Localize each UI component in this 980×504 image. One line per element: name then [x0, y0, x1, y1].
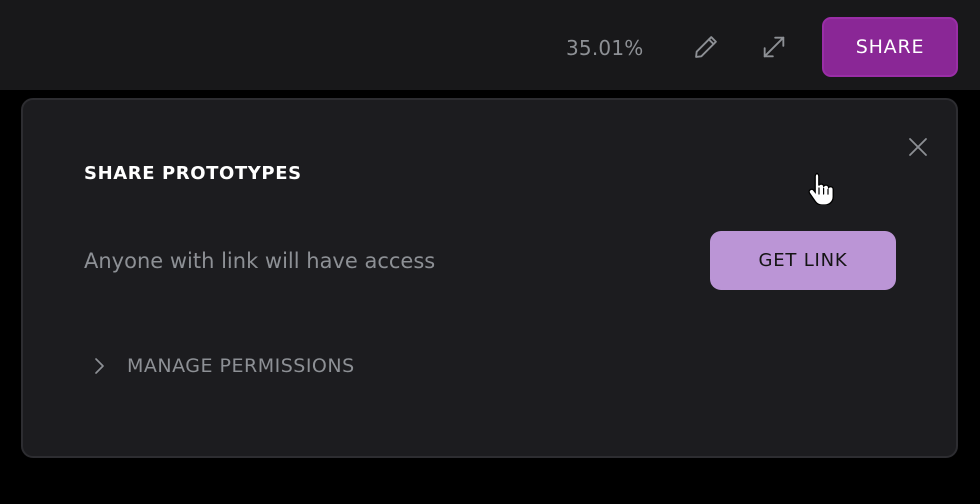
access-description: Anyone with link will have access	[84, 249, 436, 273]
manage-permissions-toggle[interactable]: MANAGE PERMISSIONS	[89, 352, 355, 380]
close-icon[interactable]	[906, 135, 930, 159]
top-toolbar: 35.01% SHARE	[0, 0, 980, 90]
manage-permissions-label: MANAGE PERMISSIONS	[127, 355, 355, 377]
dialog-title: SHARE PROTOTYPES	[84, 163, 302, 184]
expand-arrows-icon[interactable]	[760, 33, 788, 61]
get-link-label: GET LINK	[758, 250, 848, 271]
share-prototypes-dialog: SHARE PROTOTYPES Anyone with link will h…	[21, 98, 958, 458]
share-button-label: SHARE	[855, 36, 925, 58]
get-link-button[interactable]: GET LINK	[710, 231, 896, 290]
share-button[interactable]: SHARE	[822, 17, 958, 77]
pencil-icon[interactable]	[692, 33, 720, 61]
zoom-level[interactable]: 35.01%	[566, 36, 643, 60]
chevron-right-icon	[89, 356, 109, 376]
